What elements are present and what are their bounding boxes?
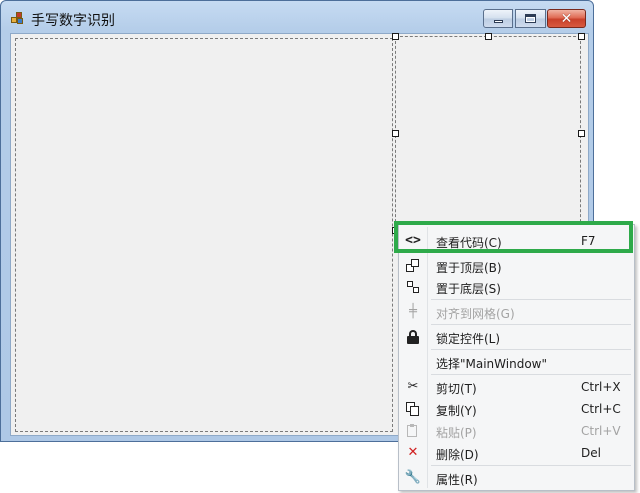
menu-item-label: 删除(D)	[436, 448, 479, 462]
menu-item-lock-controls[interactable]: 锁定控件(L)	[401, 326, 632, 348]
close-icon: ✕	[560, 10, 573, 27]
menu-item-align-to-grid[interactable]: ╪ 对齐到网格(G)	[401, 301, 632, 323]
copy-icon	[405, 401, 421, 417]
menu-item-label: 选择"MainWindow"	[436, 357, 548, 371]
resize-handle-top-middle[interactable]	[485, 33, 492, 40]
paste-icon	[405, 423, 421, 439]
selected-panel[interactable]	[395, 36, 581, 232]
menu-separator	[431, 299, 631, 300]
menu-item-paste[interactable]: 粘贴(P) Ctrl+V	[401, 420, 632, 442]
menu-item-label: 对齐到网格(G)	[436, 307, 515, 321]
menu-item-label: 剪切(T)	[436, 382, 477, 396]
app-icon	[11, 12, 23, 24]
send-to-back-icon	[405, 279, 421, 295]
menu-item-shortcut: Ctrl+X	[581, 380, 621, 394]
minimize-icon	[493, 20, 503, 23]
cut-icon: ✂	[407, 379, 419, 394]
menu-item-label: 复制(Y)	[436, 404, 477, 418]
properties-icon: 🔧	[404, 470, 422, 485]
resize-handle-middle-right[interactable]	[578, 130, 585, 137]
menu-separator	[431, 349, 631, 350]
menu-item-label: 属性(R)	[436, 473, 478, 487]
context-menu: <> 查看代码(C) F7 置于顶层(B) 置于底层(S) ╪ 对齐到网格(G)…	[398, 224, 635, 491]
menu-item-shortcut: Ctrl+V	[581, 424, 621, 438]
menu-item-label: 锁定控件(L)	[436, 332, 501, 346]
menu-item-send-to-back[interactable]: 置于底层(S)	[401, 276, 632, 298]
menu-item-shortcut: Del	[581, 446, 601, 460]
maximize-button[interactable]	[515, 9, 546, 28]
menu-item-label: 置于顶层(B)	[436, 261, 502, 275]
delete-icon: ✕	[407, 445, 419, 460]
menu-item-label: 粘贴(P)	[436, 426, 477, 440]
align-to-grid-icon: ╪	[409, 304, 417, 319]
menu-separator	[431, 324, 631, 325]
resize-handle-top-right[interactable]	[578, 33, 585, 40]
resize-handle-middle-left[interactable]	[392, 130, 399, 137]
maximize-icon	[525, 14, 536, 23]
menu-separator	[431, 465, 631, 466]
close-button[interactable]: ✕	[547, 9, 586, 28]
highlight-box	[394, 221, 633, 253]
menu-item-label: 置于底层(S)	[436, 282, 501, 296]
minimize-button[interactable]	[483, 9, 513, 28]
menu-item-properties[interactable]: 🔧 属性(R)	[401, 467, 632, 489]
menu-item-copy[interactable]: 复制(Y) Ctrl+C	[401, 398, 632, 420]
title-bar[interactable]: 手写数字识别 ✕	[1, 1, 593, 33]
bring-to-front-icon	[405, 258, 421, 274]
window-title: 手写数字识别	[31, 13, 115, 29]
menu-item-select-mainwindow[interactable]: 选择"MainWindow"	[401, 351, 632, 373]
drawing-panel[interactable]	[15, 38, 393, 432]
resize-handle-top-left[interactable]	[392, 33, 399, 40]
menu-item-delete[interactable]: ✕ 删除(D) Del	[401, 442, 632, 464]
lock-icon	[405, 329, 421, 345]
menu-separator	[431, 374, 631, 375]
menu-item-bring-to-front[interactable]: 置于顶层(B)	[401, 255, 632, 277]
menu-item-cut[interactable]: ✂ 剪切(T) Ctrl+X	[401, 376, 632, 398]
menu-item-shortcut: Ctrl+C	[581, 402, 621, 416]
